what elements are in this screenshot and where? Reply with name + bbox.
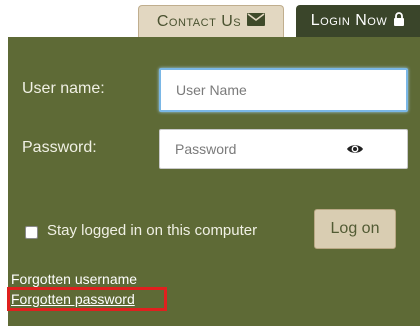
log-on-button[interactable]: Log on [314, 209, 396, 249]
stay-logged-in-checkbox[interactable] [25, 226, 38, 239]
highlight-box [7, 287, 167, 311]
login-now-tab[interactable]: Login Now [296, 5, 420, 37]
envelope-icon [247, 12, 266, 31]
username-input[interactable] [159, 68, 408, 112]
username-label: User name: [22, 80, 105, 97]
password-input[interactable] [159, 129, 408, 169]
lock-icon [393, 11, 405, 31]
forgotten-username-link[interactable]: Forgotten username [11, 271, 137, 287]
password-label: Password: [22, 139, 97, 156]
eye-icon[interactable] [346, 142, 368, 156]
contact-us-label: Contact Us [156, 12, 242, 30]
login-now-label: Login Now [310, 12, 388, 29]
stay-logged-in-label: Stay logged in on this computer [47, 222, 258, 239]
contact-us-tab[interactable]: Contact Us [138, 5, 284, 37]
log-on-label: Log on [330, 220, 380, 237]
